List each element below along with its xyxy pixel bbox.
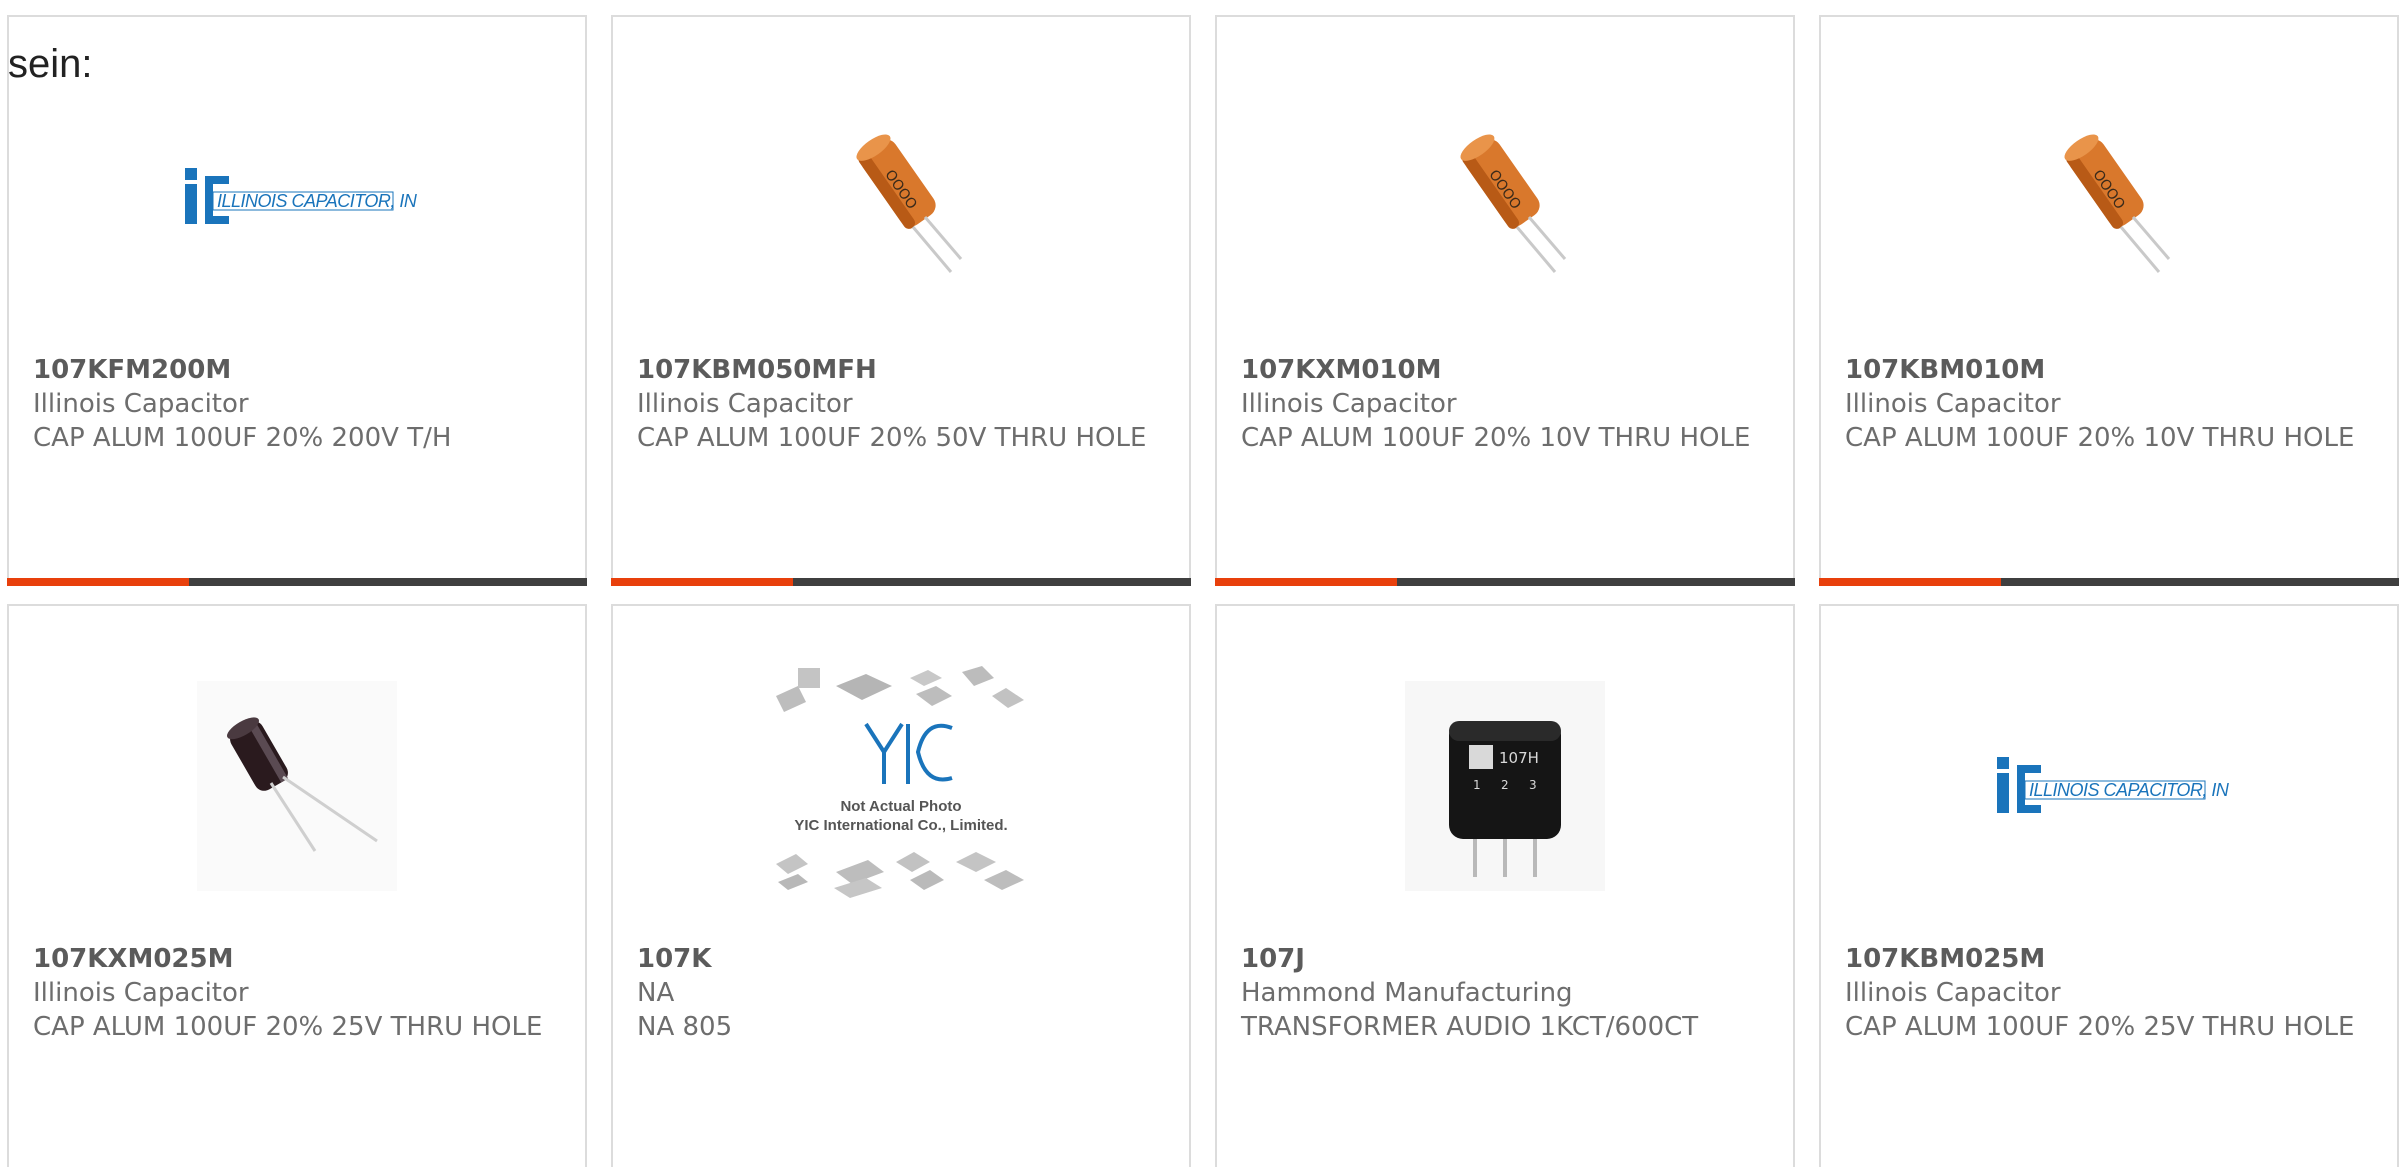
part-number[interactable]: 107KBM025M	[1845, 942, 2355, 976]
product-card-107KBM050MFH[interactable]: OOOO 107KBM050MFH Illinois Capacitor CAP…	[611, 15, 1191, 586]
manufacturer: Hammond Manufacturing	[1241, 978, 1573, 1008]
manufacturer: Illinois Capacitor	[1845, 978, 2061, 1008]
description: CAP ALUM 100UF 20% 25V THRU HOLE	[33, 1012, 543, 1042]
description: CAP ALUM 100UF 20% 10V THRU HOLE	[1241, 423, 1751, 453]
product-info: 107KBM050MFH Illinois Capacitor CAP ALUM…	[637, 353, 1147, 455]
part-number[interactable]: 107KBM050MFH	[637, 353, 1147, 387]
illinois-capacitor-logo: ILLINOIS CAPACITOR, INC.	[185, 168, 417, 224]
illinois-capacitor-logo: ILLINOIS CAPACITOR, INC.	[1997, 757, 2229, 813]
product-image[interactable]: OOOO	[613, 77, 1189, 317]
product-grid-page: ILLINOIS CAPACITOR, INC. 107KFM200M Illi…	[0, 0, 2400, 1167]
product-image[interactable]: ILLINOIS CAPACITOR, INC.	[9, 77, 585, 317]
transformer-pin-2: 2	[1501, 778, 1509, 792]
product-info: 107KFM200M Illinois Capacitor CAP ALUM 1…	[33, 353, 543, 455]
orange-capacitor-photo: OOOO	[856, 134, 963, 273]
description: CAP ALUM 100UF 20% 200V T/H	[33, 423, 452, 453]
product-card-107KXM025M[interactable]: 107KXM025M Illinois Capacitor CAP ALUM 1…	[7, 604, 587, 1167]
product-image[interactable]: 107H 1 2 3	[1217, 666, 1793, 906]
logo-text: ILLINOIS CAPACITOR, INC.	[2029, 780, 2229, 800]
product-image[interactable]: ILLINOIS CAPACITOR, INC.	[1821, 666, 2397, 906]
manufacturer: NA	[637, 978, 675, 1008]
part-number[interactable]: 107KXM025M	[33, 942, 543, 976]
card-progress-bar	[1819, 578, 2399, 586]
yic-placeholder-image: Not Actual Photo YIC International Co., …	[776, 666, 1024, 898]
logo-text: ILLINOIS CAPACITOR, INC.	[217, 191, 417, 211]
part-number[interactable]: 107J	[1241, 942, 1751, 976]
part-number[interactable]: 107KFM200M	[33, 353, 543, 387]
product-image[interactable]: Not Actual Photo YIC International Co., …	[613, 666, 1189, 906]
product-card-107KXM010M[interactable]: OOOO 107KXM010M Illinois Capacitor CAP A…	[1215, 15, 1795, 586]
product-card-107KFM200M[interactable]: ILLINOIS CAPACITOR, INC. 107KFM200M Illi…	[7, 15, 587, 586]
card-progress-bar	[611, 578, 1191, 586]
description: CAP ALUM 100UF 20% 25V THRU HOLE	[1845, 1012, 2355, 1042]
card-progress-bar	[7, 578, 587, 586]
orange-capacitor-photo: OOOO	[2064, 134, 2171, 273]
transformer-pin-3: 3	[1529, 778, 1537, 792]
part-number[interactable]: 107K	[637, 942, 1147, 976]
transformer-pin-1: 1	[1473, 778, 1481, 792]
product-card-107K[interactable]: Not Actual Photo YIC International Co., …	[611, 604, 1191, 1167]
description: TRANSFORMER AUDIO 1KCT/600CT	[1241, 1012, 1699, 1042]
transformer-photo: 107H 1 2 3	[1405, 681, 1605, 891]
manufacturer: Illinois Capacitor	[1845, 389, 2061, 419]
product-info: 107K NA NA 805	[637, 942, 1147, 1044]
description: CAP ALUM 100UF 20% 50V THRU HOLE	[637, 423, 1147, 453]
transformer-model-marking: 107H	[1499, 749, 1539, 767]
product-card-107J[interactable]: 107H 1 2 3 107J Hammond Manufacturing TR…	[1215, 604, 1795, 1167]
product-info: 107J Hammond Manufacturing TRANSFORMER A…	[1241, 942, 1751, 1044]
part-number[interactable]: 107KXM010M	[1241, 353, 1751, 387]
manufacturer: Illinois Capacitor	[637, 389, 853, 419]
product-info: 107KXM025M Illinois Capacitor CAP ALUM 1…	[33, 942, 543, 1044]
orange-capacitor-photo: OOOO	[1460, 134, 1567, 273]
part-number[interactable]: 107KBM010M	[1845, 353, 2355, 387]
card-progress-bar	[1215, 578, 1795, 586]
product-image[interactable]: OOOO	[1217, 77, 1793, 317]
manufacturer: Illinois Capacitor	[33, 978, 249, 1008]
product-info: 107KXM010M Illinois Capacitor CAP ALUM 1…	[1241, 353, 1751, 455]
product-info: 107KBM025M Illinois Capacitor CAP ALUM 1…	[1845, 942, 2355, 1044]
product-image[interactable]: OOOO	[1821, 77, 2397, 317]
description: NA 805	[637, 1012, 733, 1042]
yic-caption-line2: YIC International Co., Limited.	[794, 817, 1007, 834]
black-capacitor-photo	[197, 681, 397, 891]
product-card-107KBM010M[interactable]: OOOO 107KBM010M Illinois Capacitor CAP A…	[1819, 15, 2399, 586]
intro-text: sein:	[8, 42, 93, 86]
yic-logo-mark	[864, 722, 953, 784]
product-image[interactable]	[9, 666, 585, 906]
description: CAP ALUM 100UF 20% 10V THRU HOLE	[1845, 423, 2355, 453]
manufacturer: Illinois Capacitor	[1241, 389, 1457, 419]
yic-caption-line1: Not Actual Photo	[840, 798, 961, 815]
manufacturer: Illinois Capacitor	[33, 389, 249, 419]
product-card-107KBM025M[interactable]: ILLINOIS CAPACITOR, INC. 107KBM025M Illi…	[1819, 604, 2399, 1167]
product-info: 107KBM010M Illinois Capacitor CAP ALUM 1…	[1845, 353, 2355, 455]
